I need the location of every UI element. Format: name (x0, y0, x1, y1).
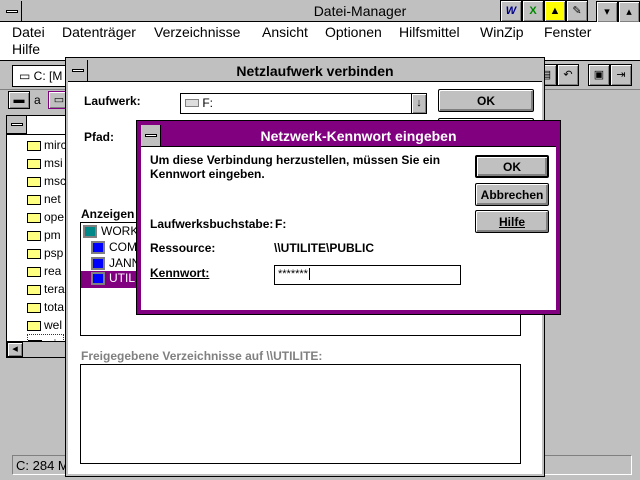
menu-fenster[interactable]: Fenster (544, 24, 591, 40)
menu-hilfe[interactable]: Hilfe (12, 41, 40, 57)
toolbar-connect-icon[interactable]: ▣ (588, 64, 610, 86)
ok-button[interactable]: OK (438, 89, 534, 112)
list-item[interactable]: WORK (83, 224, 138, 239)
drive-a-label: a (34, 93, 41, 107)
list-item-selected[interactable]: UTILI (81, 271, 141, 288)
password-input[interactable]: ******* (274, 265, 461, 285)
path-label: Pfad: (84, 130, 114, 144)
drive-a-icon[interactable]: ▬ (8, 91, 30, 109)
drive-letter-value: F: (275, 217, 287, 231)
tree-folder[interactable]: wel (27, 316, 62, 334)
tree-folder[interactable]: ope (27, 208, 64, 226)
menu-verzeichnisse[interactable]: Verzeichnisse (154, 24, 240, 40)
menu-bar: Datei Datenträger Verzeichnisse Ansicht … (0, 22, 640, 60)
excel-icon[interactable]: X (522, 0, 544, 22)
tree-folder[interactable]: net (27, 190, 61, 208)
resource-label: Ressource: (150, 241, 216, 255)
menu-datei[interactable]: Datei (12, 24, 45, 40)
drive-select[interactable]: F: ↓ (180, 93, 427, 114)
shared-list[interactable] (80, 364, 521, 464)
menu-ansicht[interactable]: Ansicht (262, 24, 308, 40)
help-button[interactable]: Hilfe (475, 210, 549, 233)
message-text: Um diese Verbindung herzustellen, müssen… (150, 153, 441, 181)
tree-folder[interactable]: rea (27, 262, 61, 280)
tree-folder[interactable]: msi (27, 154, 63, 172)
drive-icon: ▭ (19, 69, 34, 83)
search-app-icon[interactable]: ▲ (544, 0, 566, 22)
tree-folder[interactable]: tota (27, 298, 64, 316)
tree-window: mirc msi msc net ope pm psp rea tera tot… (6, 115, 67, 358)
menu-datentraeger[interactable]: Datenträger (62, 24, 136, 40)
menu-hilfsmittel[interactable]: Hilfsmittel (399, 24, 460, 40)
resource-value: \\UTILITE\PUBLIC (274, 241, 374, 255)
drive-letter-label: Laufwerksbuchstabe: (150, 217, 274, 231)
cancel-button[interactable]: Abbrechen (475, 183, 549, 206)
password-dialog: Netzwerk-Kennwort eingeben Um diese Verb… (136, 120, 561, 315)
scroll-left-icon[interactable]: ◂ (7, 342, 23, 357)
menu-optionen[interactable]: Optionen (325, 24, 382, 40)
password-title-bar[interactable]: Netzwerk-Kennwort eingeben (141, 125, 556, 147)
toolbar-undo-icon[interactable]: ↶ (557, 64, 579, 86)
connect-title-bar[interactable]: Netzlaufwerk verbinden (68, 60, 542, 82)
tree-system-menu-icon[interactable] (7, 116, 27, 134)
dialog-title: Netzlaufwerk verbinden (236, 63, 394, 79)
tree-folder[interactable]: psp (27, 244, 63, 262)
main-title-bar[interactable]: Datei-Manager W X ▲ ✎ ▾ ▴ (0, 0, 640, 23)
system-menu-icon[interactable] (68, 60, 88, 81)
tree-scrollbar[interactable]: ◂ (7, 341, 65, 357)
tree-folder[interactable]: msc (27, 172, 66, 190)
tree-folder[interactable]: mirc (27, 136, 67, 154)
shared-label: Freigegebene Verzeichnisse auf \\UTILITE… (81, 349, 323, 363)
password-label: Kennwort: (150, 266, 210, 280)
dropdown-arrow-icon[interactable]: ↓ (411, 93, 427, 114)
list-item[interactable]: JANN (91, 256, 140, 271)
minimize-icon[interactable]: ▾ (596, 1, 618, 23)
toolbar-disconnect-icon[interactable]: ⇥ (610, 64, 632, 86)
maximize-icon[interactable]: ▴ (618, 1, 640, 23)
tree-folder[interactable]: pm (27, 226, 61, 244)
drive-label: Laufwerk: (84, 94, 141, 108)
menu-winzip[interactable]: WinZip (480, 24, 524, 40)
word-icon[interactable]: W (500, 0, 522, 22)
ok-button[interactable]: OK (475, 155, 549, 178)
tree-folder[interactable]: tera (27, 280, 65, 298)
drive-icon (185, 99, 199, 107)
show-label: Anzeigen (81, 207, 135, 221)
dialog-title: Netzwerk-Kennwort eingeben (260, 128, 457, 144)
tool-app-icon[interactable]: ✎ (566, 0, 588, 22)
system-menu-icon[interactable] (141, 125, 161, 146)
